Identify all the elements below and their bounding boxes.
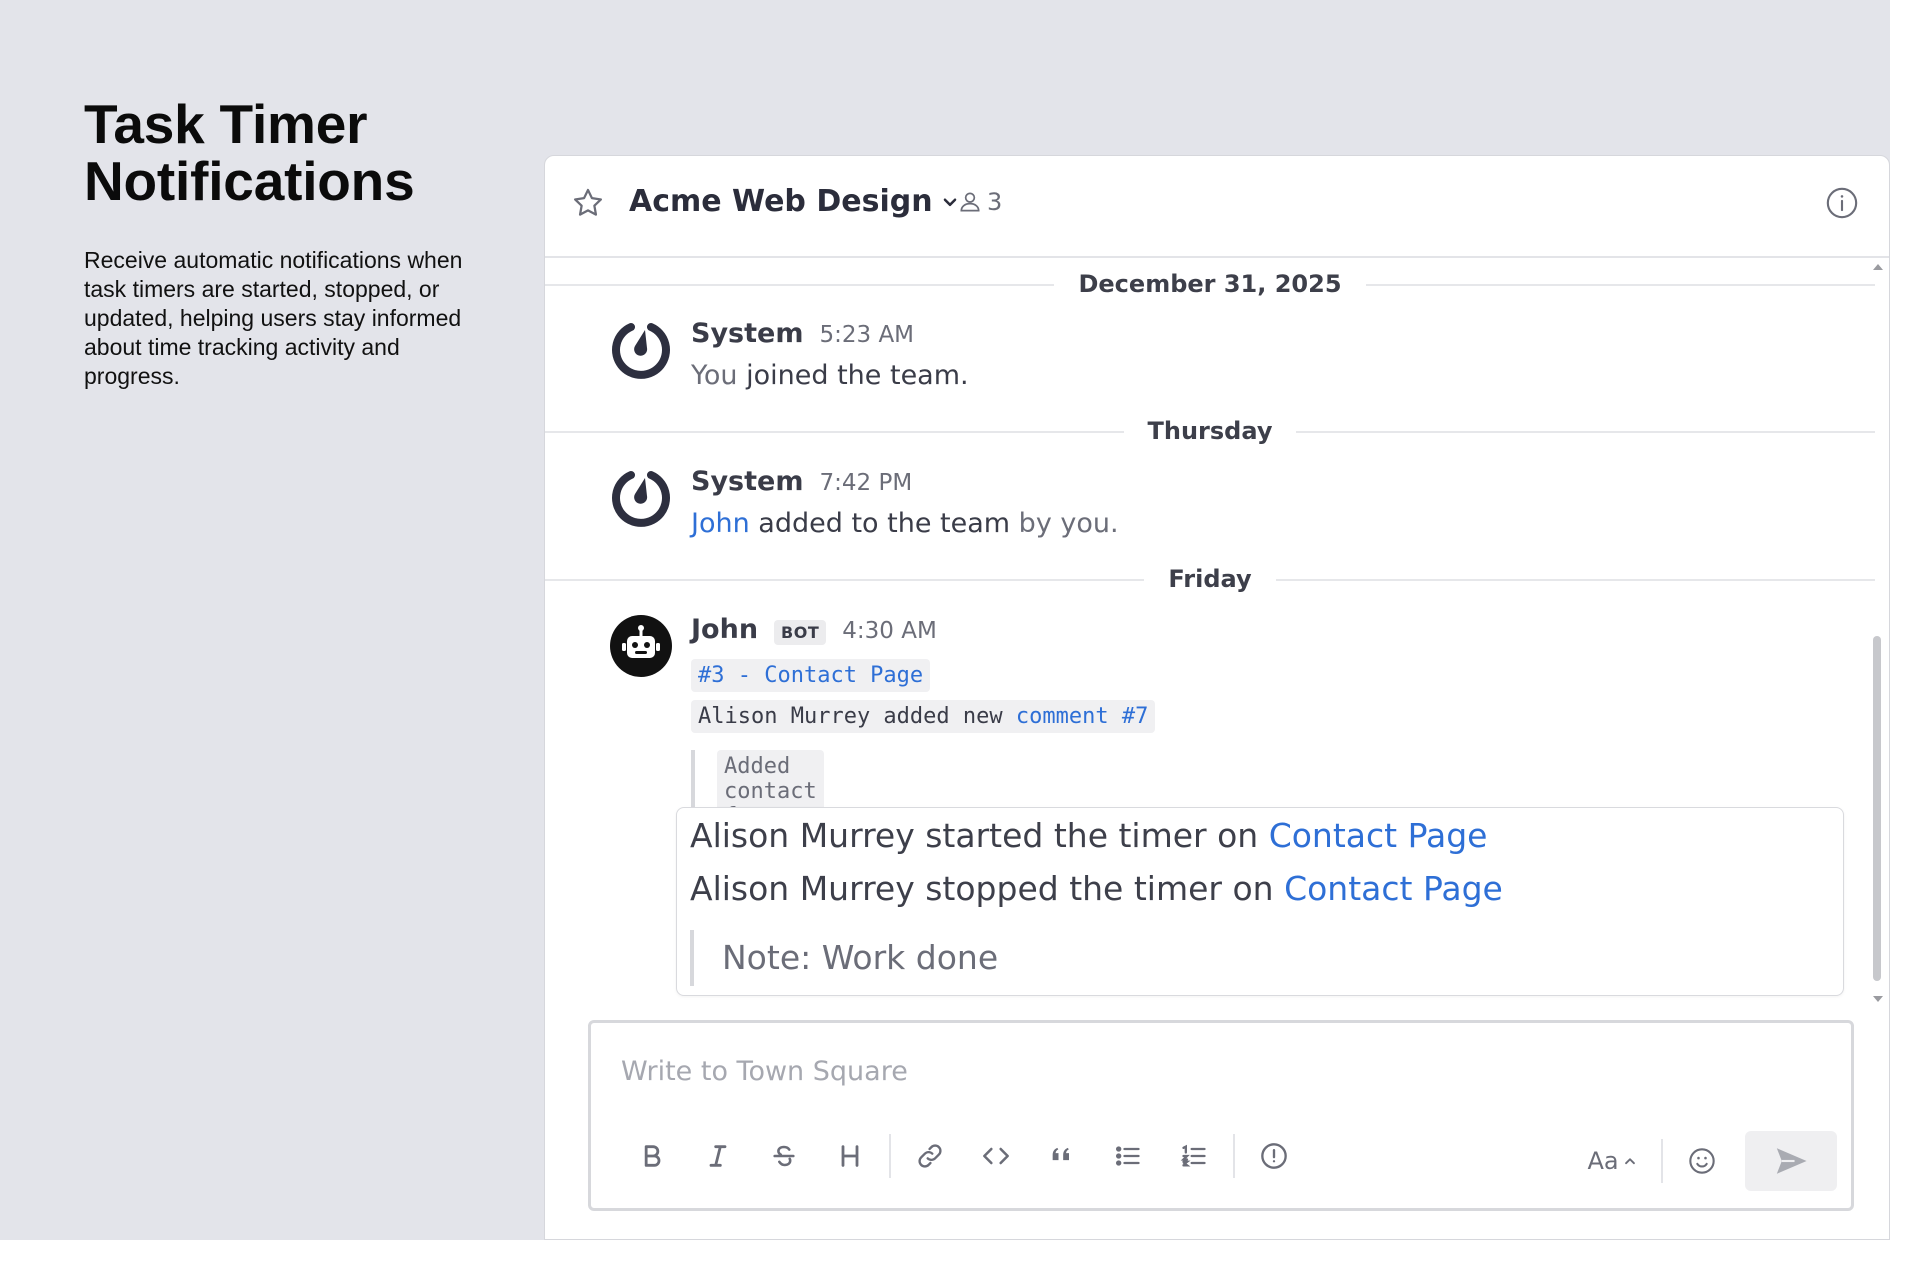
member-count: 3 bbox=[987, 188, 1003, 216]
italic-icon bbox=[709, 1145, 727, 1167]
contact-page-link[interactable]: Contact Page bbox=[1269, 816, 1488, 855]
code-icon bbox=[983, 1147, 1009, 1165]
post-text: by you. bbox=[1010, 508, 1119, 539]
code-button[interactable] bbox=[963, 1131, 1029, 1181]
post-message: You joined the team. bbox=[691, 360, 969, 391]
channel-name: Acme Web Design bbox=[629, 184, 933, 219]
bulleted-list-icon bbox=[1115, 1146, 1140, 1166]
message-input[interactable] bbox=[621, 1049, 1821, 1093]
bold-icon bbox=[644, 1145, 661, 1167]
member-count-button[interactable]: 3 bbox=[957, 188, 1002, 216]
toolbar-divider bbox=[1661, 1139, 1663, 1183]
post-author[interactable]: System bbox=[691, 318, 803, 349]
task-link[interactable]: #3 - Contact Page bbox=[691, 659, 931, 692]
italic-button[interactable] bbox=[685, 1131, 751, 1181]
formatting-toggle-label: Aa bbox=[1587, 1147, 1619, 1175]
emoji-button[interactable] bbox=[1669, 1136, 1735, 1186]
post-author[interactable]: John bbox=[691, 614, 758, 645]
channel-name-dropdown[interactable]: Acme Web Design bbox=[629, 184, 959, 219]
timer-stopped-line: Alison Murrey stopped the timer on Conta… bbox=[690, 869, 1503, 908]
timer-started-line: Alison Murrey started the timer on Conta… bbox=[690, 816, 1487, 855]
chat-window: Acme Web Design 3 December 31, 2025 Syst… bbox=[544, 155, 1890, 1240]
channel-header: Acme Web Design 3 bbox=[545, 156, 1889, 258]
quote-button[interactable] bbox=[1029, 1131, 1095, 1181]
info-icon[interactable] bbox=[1825, 186, 1859, 220]
post-header: System 7:42 PM bbox=[691, 466, 912, 497]
timer-attachment: Alison Murrey started the timer on Conta… bbox=[676, 807, 1844, 996]
system-avatar-icon bbox=[612, 323, 670, 379]
quote-icon bbox=[1052, 1147, 1069, 1161]
bold-button[interactable] bbox=[619, 1131, 685, 1181]
comment-prefix: Alison Murrey added new bbox=[698, 704, 1003, 729]
member-icon bbox=[960, 192, 980, 212]
post-time[interactable]: 7:42 PM bbox=[819, 470, 912, 496]
chevron-down-icon bbox=[943, 198, 956, 206]
comment-line: Alison Murrey added new comment #7 bbox=[691, 699, 1156, 733]
alert-circle-icon bbox=[1261, 1143, 1287, 1169]
link-button[interactable] bbox=[897, 1131, 963, 1181]
post-header: System 5:23 AM bbox=[691, 318, 914, 349]
post-author[interactable]: System bbox=[691, 466, 803, 497]
contact-page-link[interactable]: Contact Page bbox=[1284, 869, 1503, 908]
heading-icon bbox=[841, 1145, 859, 1167]
star-icon[interactable] bbox=[571, 186, 605, 220]
formatting-toolbar bbox=[619, 1131, 1307, 1181]
bot-avatar-icon bbox=[610, 615, 672, 677]
post-time[interactable]: 5:23 AM bbox=[819, 322, 914, 348]
scroll-down-arrow[interactable] bbox=[1873, 996, 1883, 1002]
comment-notice: Alison Murrey added new comment #7 bbox=[691, 700, 1156, 733]
bot-badge: BOT bbox=[774, 620, 827, 645]
promo-section: Task Timer Notifications Receive automat… bbox=[84, 96, 484, 391]
date-label: Friday bbox=[1144, 565, 1276, 593]
timer-started-text: Alison Murrey started the timer on bbox=[690, 816, 1269, 855]
numbered-list-icon bbox=[1180, 1144, 1206, 1167]
date-separator: Friday bbox=[545, 564, 1875, 594]
timer-note: Note: Work done bbox=[690, 930, 998, 986]
timer-stopped-text: Alison Murrey stopped the timer on bbox=[690, 869, 1285, 908]
date-label: Thursday bbox=[1123, 417, 1297, 445]
emoji-icon bbox=[1689, 1148, 1715, 1174]
post-text: You bbox=[691, 360, 738, 391]
post-text-strong: joined the team. bbox=[737, 360, 969, 391]
date-separator: Thursday bbox=[545, 416, 1875, 446]
comment-link[interactable]: comment #7 bbox=[1016, 704, 1148, 729]
message-composer: Aa bbox=[588, 1020, 1854, 1211]
heading-button[interactable] bbox=[817, 1131, 883, 1181]
send-button[interactable] bbox=[1745, 1131, 1837, 1191]
send-icon bbox=[1776, 1148, 1807, 1174]
date-separator: December 31, 2025 bbox=[545, 269, 1875, 299]
date-label: December 31, 2025 bbox=[1054, 270, 1366, 298]
toolbar-divider bbox=[1233, 1134, 1235, 1178]
composer-actions: Aa bbox=[1569, 1131, 1837, 1191]
task-link-line: #3 - Contact Page bbox=[691, 658, 931, 692]
scrollbar-thumb[interactable] bbox=[1873, 636, 1881, 981]
promo-description: Receive automatic notifications when tas… bbox=[84, 247, 463, 389]
system-avatar-icon bbox=[612, 471, 670, 527]
strikethrough-button[interactable] bbox=[751, 1131, 817, 1181]
user-mention-link[interactable]: John bbox=[691, 508, 750, 539]
strikethrough-icon bbox=[773, 1145, 795, 1167]
toolbar-divider bbox=[889, 1134, 891, 1178]
post-header: John BOT 4:30 AM bbox=[691, 614, 937, 645]
post-message: John added to the team by you. bbox=[691, 508, 1119, 539]
numbered-list-button[interactable] bbox=[1161, 1131, 1227, 1181]
post-time[interactable]: 4:30 AM bbox=[842, 618, 937, 644]
bulleted-list-button[interactable] bbox=[1095, 1131, 1161, 1181]
promo-title: Task Timer Notifications bbox=[84, 93, 415, 212]
formatting-toggle-button[interactable]: Aa bbox=[1569, 1147, 1655, 1175]
chevron-up-icon bbox=[1624, 1158, 1635, 1165]
priority-button[interactable] bbox=[1241, 1131, 1307, 1181]
link-icon bbox=[918, 1144, 942, 1168]
post-text-strong: added to the team bbox=[749, 508, 1011, 539]
